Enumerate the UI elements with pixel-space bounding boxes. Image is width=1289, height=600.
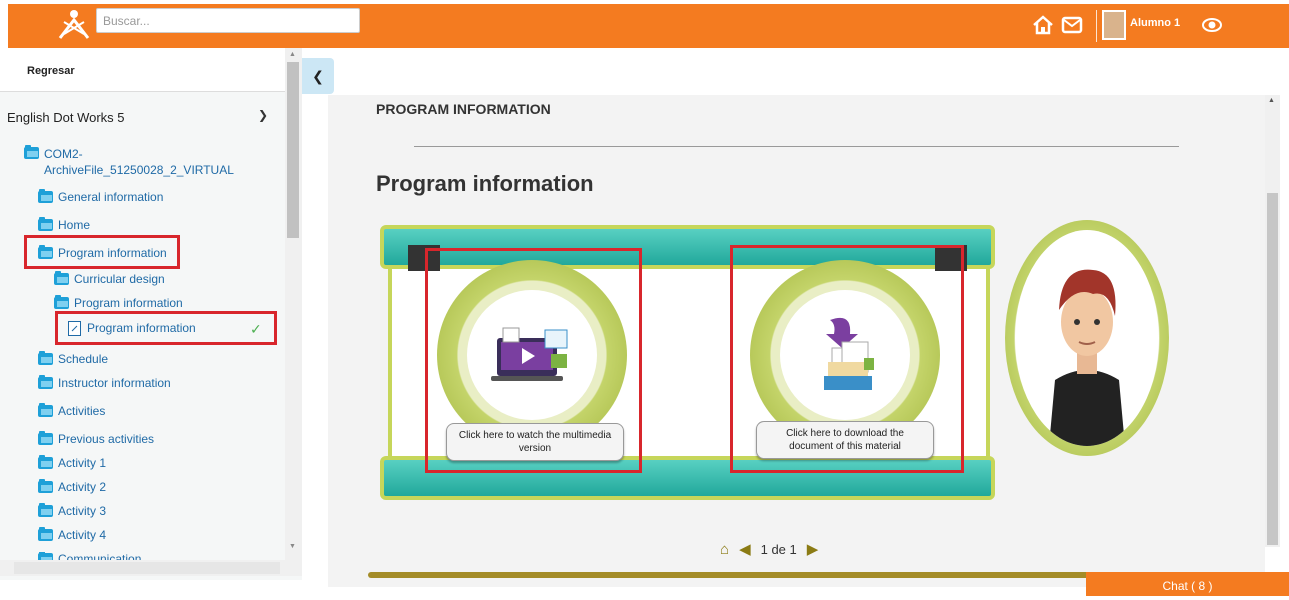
scroll-up-icon[interactable]: ▲ xyxy=(289,51,296,58)
eye-icon[interactable] xyxy=(1201,14,1223,36)
folder-icon xyxy=(38,351,53,365)
sidebar-item-general-information[interactable]: General information xyxy=(38,189,164,204)
divider xyxy=(1096,10,1097,42)
sidebar-item-archive[interactable]: COM2- ArchiveFile_51250028_2_VIRTUAL xyxy=(24,145,234,178)
highlight-box xyxy=(425,248,642,473)
folder-icon xyxy=(38,217,53,231)
avatar[interactable] xyxy=(1102,10,1126,40)
sidebar-item-label: COM2- xyxy=(44,147,83,161)
section-title: PROGRAM INFORMATION xyxy=(376,101,551,117)
sena-logo[interactable] xyxy=(56,8,92,42)
sidebar-item-label: Activity 2 xyxy=(58,480,107,494)
folder-icon xyxy=(38,552,53,560)
sidebar-item-label: Home xyxy=(58,218,91,232)
page-indicator: 1 de 1 xyxy=(760,541,797,557)
sidebar-item-label: Activity 1 xyxy=(58,456,107,470)
user-name[interactable]: Alumno 1 xyxy=(1130,17,1180,29)
pagination: ⌂ ◀ 1 de 1 ▶ xyxy=(720,540,819,559)
content-scroll-thumb[interactable] xyxy=(1267,193,1278,545)
collapse-sidebar-button[interactable]: ❮ xyxy=(302,58,334,94)
folder-icon xyxy=(54,271,69,285)
highlight-box xyxy=(24,235,180,269)
mail-icon[interactable] xyxy=(1061,14,1083,36)
sidebar-item-program-information-sub[interactable]: Program information xyxy=(54,295,183,310)
folder-icon xyxy=(38,479,53,493)
sidebar-item-label: Instructor information xyxy=(58,376,171,390)
scroll-down-icon[interactable]: ▼ xyxy=(289,543,296,550)
progress-bar xyxy=(368,572,1208,578)
previous-icon[interactable]: ◀ xyxy=(739,540,751,558)
folder-icon xyxy=(38,503,53,517)
sidebar-item-curricular-design[interactable]: Curricular design xyxy=(54,271,165,286)
character-illustration xyxy=(1015,230,1159,446)
top-bar: Buscar... Alumno 1 xyxy=(8,4,1289,48)
sidebar-item-home[interactable]: Home xyxy=(38,217,91,232)
sidebar-item-activity-1[interactable]: Activity 1 xyxy=(38,455,107,470)
home-icon[interactable] xyxy=(1032,14,1054,36)
folder-icon xyxy=(38,375,53,389)
horizontal-scroll-thumb[interactable] xyxy=(14,562,280,574)
home-icon[interactable]: ⌂ xyxy=(720,541,729,558)
back-link[interactable]: Regresar xyxy=(27,65,75,77)
folder-icon xyxy=(38,431,53,445)
sidebar-item-label: Curricular design xyxy=(74,272,165,286)
course-title[interactable]: English Dot Works 5 xyxy=(7,110,125,125)
sidebar-item-communication[interactable]: Communication xyxy=(38,552,141,560)
sidebar-item-label: Activity 3 xyxy=(58,504,107,518)
highlight-box xyxy=(730,245,964,473)
folder-icon xyxy=(38,189,53,203)
back-bar: Regresar xyxy=(0,48,285,92)
sidebar-item-activity-4[interactable]: Activity 4 xyxy=(38,527,107,542)
search-input[interactable]: Buscar... xyxy=(96,8,360,33)
sidebar-item-label: Communication xyxy=(58,552,142,560)
sidebar-item-instructor-information[interactable]: Instructor information xyxy=(38,375,171,390)
folder-icon xyxy=(54,295,69,309)
folder-icon xyxy=(24,145,39,159)
sidebar-item-label: Activity 4 xyxy=(58,528,107,542)
page-title: Program information xyxy=(376,171,594,196)
sidebar-item-label: Schedule xyxy=(58,352,109,366)
folder-icon xyxy=(38,455,53,469)
highlight-box xyxy=(55,311,277,345)
sidebar-item-label: Program information xyxy=(74,296,183,310)
sidebar-item-schedule[interactable]: Schedule xyxy=(38,351,109,366)
sidebar-item-label: ArchiveFile_51250028_2_VIRTUAL xyxy=(44,163,234,177)
sidebar-item-activity-3[interactable]: Activity 3 xyxy=(38,503,107,518)
sidebar-item-label: Activities xyxy=(58,404,106,418)
chat-button[interactable]: Chat ( 8 ) xyxy=(1086,572,1289,596)
next-icon[interactable]: ▶ xyxy=(807,540,819,558)
folder-icon xyxy=(38,403,53,417)
sidebar-item-label: Previous activities xyxy=(58,432,155,446)
chevron-down-icon[interactable]: ❯ xyxy=(258,108,268,122)
divider xyxy=(414,146,1179,147)
sidebar-item-label: General information xyxy=(58,190,164,204)
sidebar-scroll-thumb[interactable] xyxy=(287,62,299,238)
scroll-up-icon[interactable]: ▲ xyxy=(1268,97,1275,104)
sidebar-item-previous-activities[interactable]: Previous activities xyxy=(38,431,155,446)
sidebar-item-activities[interactable]: Activities xyxy=(38,403,106,418)
sidebar-item-activity-2[interactable]: Activity 2 xyxy=(38,479,107,494)
folder-icon xyxy=(38,527,53,541)
